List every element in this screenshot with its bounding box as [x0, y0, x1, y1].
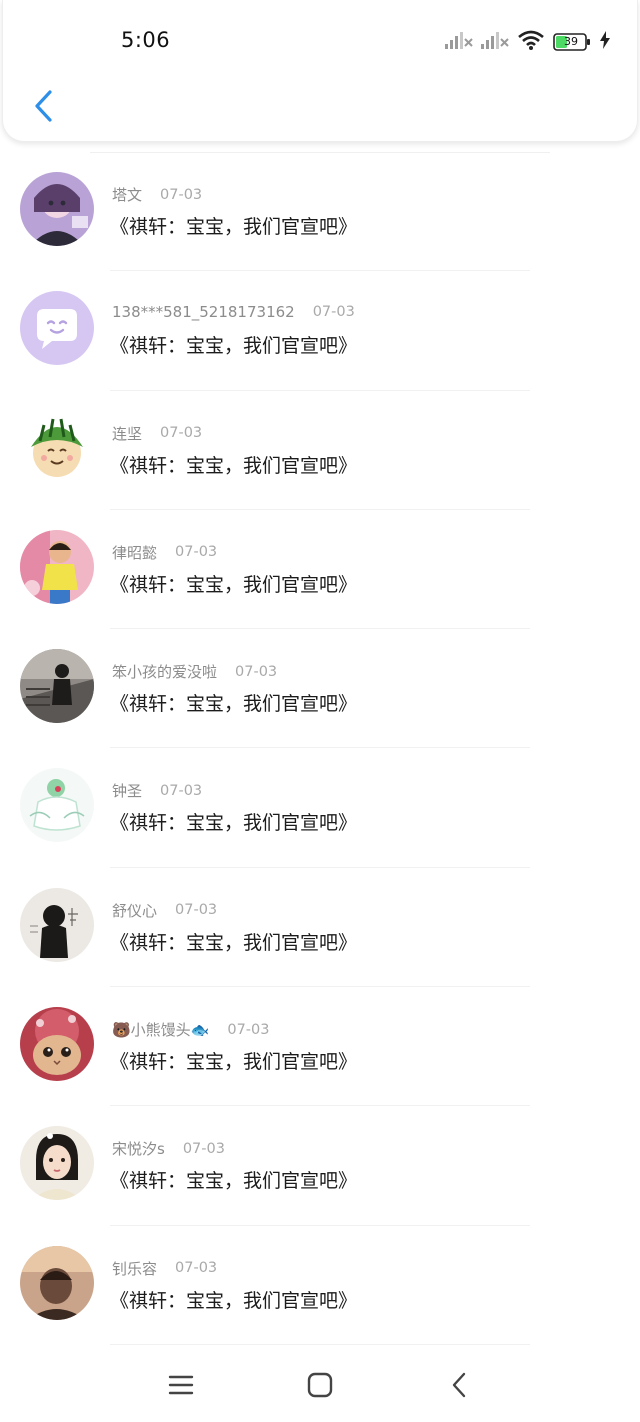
- charging-icon: [599, 31, 611, 53]
- username[interactable]: 连坚: [112, 423, 142, 444]
- comment-date: 07-03: [160, 186, 203, 203]
- comment-text: 《祺轩：宝宝，我们官宣吧》: [110, 1170, 358, 1193]
- list-item[interactable]: 钊乐容 07-03 《祺轩：宝宝，我们官宣吧》: [0, 1226, 640, 1346]
- username[interactable]: 138***581_5218173162: [112, 303, 295, 321]
- menu-icon: [168, 1374, 194, 1400]
- back-nav-button[interactable]: [442, 1370, 476, 1404]
- comment-text: 《祺轩：宝宝，我们官宣吧》: [110, 216, 358, 238]
- status-icons: 39: [445, 28, 611, 56]
- list-item[interactable]: 🐻小熊馒头🐟 07-03 《祺轩：宝宝，我们官宣吧》: [0, 987, 640, 1107]
- header: 5:06 39: [2, 0, 638, 142]
- comment-date: 07-03: [175, 1260, 218, 1277]
- avatar[interactable]: [20, 887, 94, 962]
- list-item[interactable]: 塔文 07-03 《祺轩：宝宝，我们官宣吧》: [0, 152, 640, 272]
- menu-button[interactable]: [164, 1370, 198, 1404]
- comment-text: 《祺轩：宝宝，我们官宣吧》: [110, 693, 358, 716]
- comment-meta: 舒仪心 07-03: [112, 900, 217, 921]
- avatar[interactable]: [20, 291, 94, 366]
- comment-text: 《祺轩：宝宝，我们官宣吧》: [110, 1051, 358, 1074]
- avatar[interactable]: [20, 529, 94, 604]
- comment-date: 07-03: [312, 304, 355, 321]
- wifi-icon: [517, 29, 545, 55]
- signal-icon: [445, 30, 473, 54]
- comment-meta: 138***581_5218173162 07-03: [112, 303, 355, 321]
- list-item[interactable]: 138***581_5218173162 07-03 《祺轩：宝宝，我们官宣吧》: [0, 271, 640, 391]
- username[interactable]: 笨小孩的爱没啦: [112, 661, 217, 682]
- home-icon: [307, 1372, 333, 1402]
- comment-text: 《祺轩：宝宝，我们官宣吧》: [110, 335, 358, 358]
- comment-date: 07-03: [160, 425, 203, 442]
- username[interactable]: 律昭懿: [112, 542, 157, 563]
- avatar[interactable]: [20, 649, 94, 724]
- back-icon: [450, 1372, 468, 1402]
- username[interactable]: 塔文: [112, 184, 142, 205]
- username[interactable]: 宋悦汐s: [112, 1138, 165, 1159]
- home-button[interactable]: [303, 1370, 337, 1404]
- list-item[interactable]: 连坚 07-03 《祺轩：宝宝，我们官宣吧》: [0, 391, 640, 511]
- username[interactable]: 🐻小熊馒头🐟: [112, 1019, 209, 1040]
- comment-date: 07-03: [227, 1021, 270, 1038]
- list-item[interactable]: 钟圣 07-03 《祺轩：宝宝，我们官宣吧》: [0, 748, 640, 869]
- comment-date: 07-03: [175, 902, 218, 919]
- comment-date: 07-03: [235, 663, 278, 680]
- avatar[interactable]: [20, 1126, 94, 1201]
- comment-text: 《祺轩：宝宝，我们官宣吧》: [110, 573, 358, 596]
- avatar[interactable]: [20, 1007, 94, 1082]
- comment-text: 《祺轩：宝宝，我们官宣吧》: [110, 931, 358, 954]
- username[interactable]: 舒仪心: [112, 900, 157, 921]
- username[interactable]: 钟圣: [112, 780, 142, 801]
- battery-icon: 39: [553, 33, 591, 51]
- comment-meta: 🐻小熊馒头🐟 07-03: [112, 1019, 270, 1040]
- comment-meta: 笨小孩的爱没啦 07-03: [112, 661, 277, 682]
- avatar[interactable]: [20, 1245, 94, 1320]
- comment-list: 塔文 07-03 《祺轩：宝宝，我们官宣吧》 138***581_5218173…: [0, 152, 640, 1346]
- comment-meta: 钊乐容 07-03: [112, 1258, 217, 1279]
- list-item[interactable]: 律昭懿 07-03 《祺轩：宝宝，我们官宣吧》: [0, 510, 640, 630]
- list-item[interactable]: 笨小孩的爱没啦 07-03 《祺轩：宝宝，我们官宣吧》: [0, 629, 640, 749]
- comment-text: 《祺轩：宝宝，我们官宣吧》: [110, 812, 358, 835]
- comment-text: 《祺轩：宝宝，我们官宣吧》: [110, 454, 358, 477]
- comment-text: 《祺轩：宝宝，我们官宣吧》: [110, 1289, 358, 1312]
- list-item[interactable]: 舒仪心 07-03 《祺轩：宝宝，我们官宣吧》: [0, 868, 640, 988]
- comment-meta: 连坚 07-03: [112, 423, 202, 444]
- comment-date: 07-03: [175, 544, 218, 561]
- comment-date: 07-03: [182, 1140, 225, 1157]
- status-time: 5:06: [121, 28, 171, 52]
- avatar[interactable]: [20, 172, 94, 246]
- back-button[interactable]: [23, 86, 63, 130]
- avatar[interactable]: [20, 410, 94, 485]
- signal-icon: [481, 30, 509, 54]
- username[interactable]: 钊乐容: [112, 1258, 157, 1279]
- avatar[interactable]: [20, 768, 94, 843]
- comment-meta: 律昭懿 07-03: [112, 542, 217, 563]
- comment-meta: 宋悦汐s 07-03: [112, 1138, 225, 1159]
- list-item[interactable]: 宋悦汐s 07-03 《祺轩：宝宝，我们官宣吧》: [0, 1106, 640, 1226]
- battery-level: 39: [564, 35, 578, 48]
- comment-meta: 塔文 07-03: [112, 184, 202, 205]
- screen: 5:06 39 塔文 07-03 《祺轩：宝宝，我们官宣吧》 138***581…: [0, 0, 640, 1422]
- comment-date: 07-03: [160, 782, 203, 799]
- chevron-left-icon: [32, 89, 54, 127]
- comment-meta: 钟圣 07-03: [112, 780, 202, 801]
- system-nav-bar: [0, 1352, 640, 1422]
